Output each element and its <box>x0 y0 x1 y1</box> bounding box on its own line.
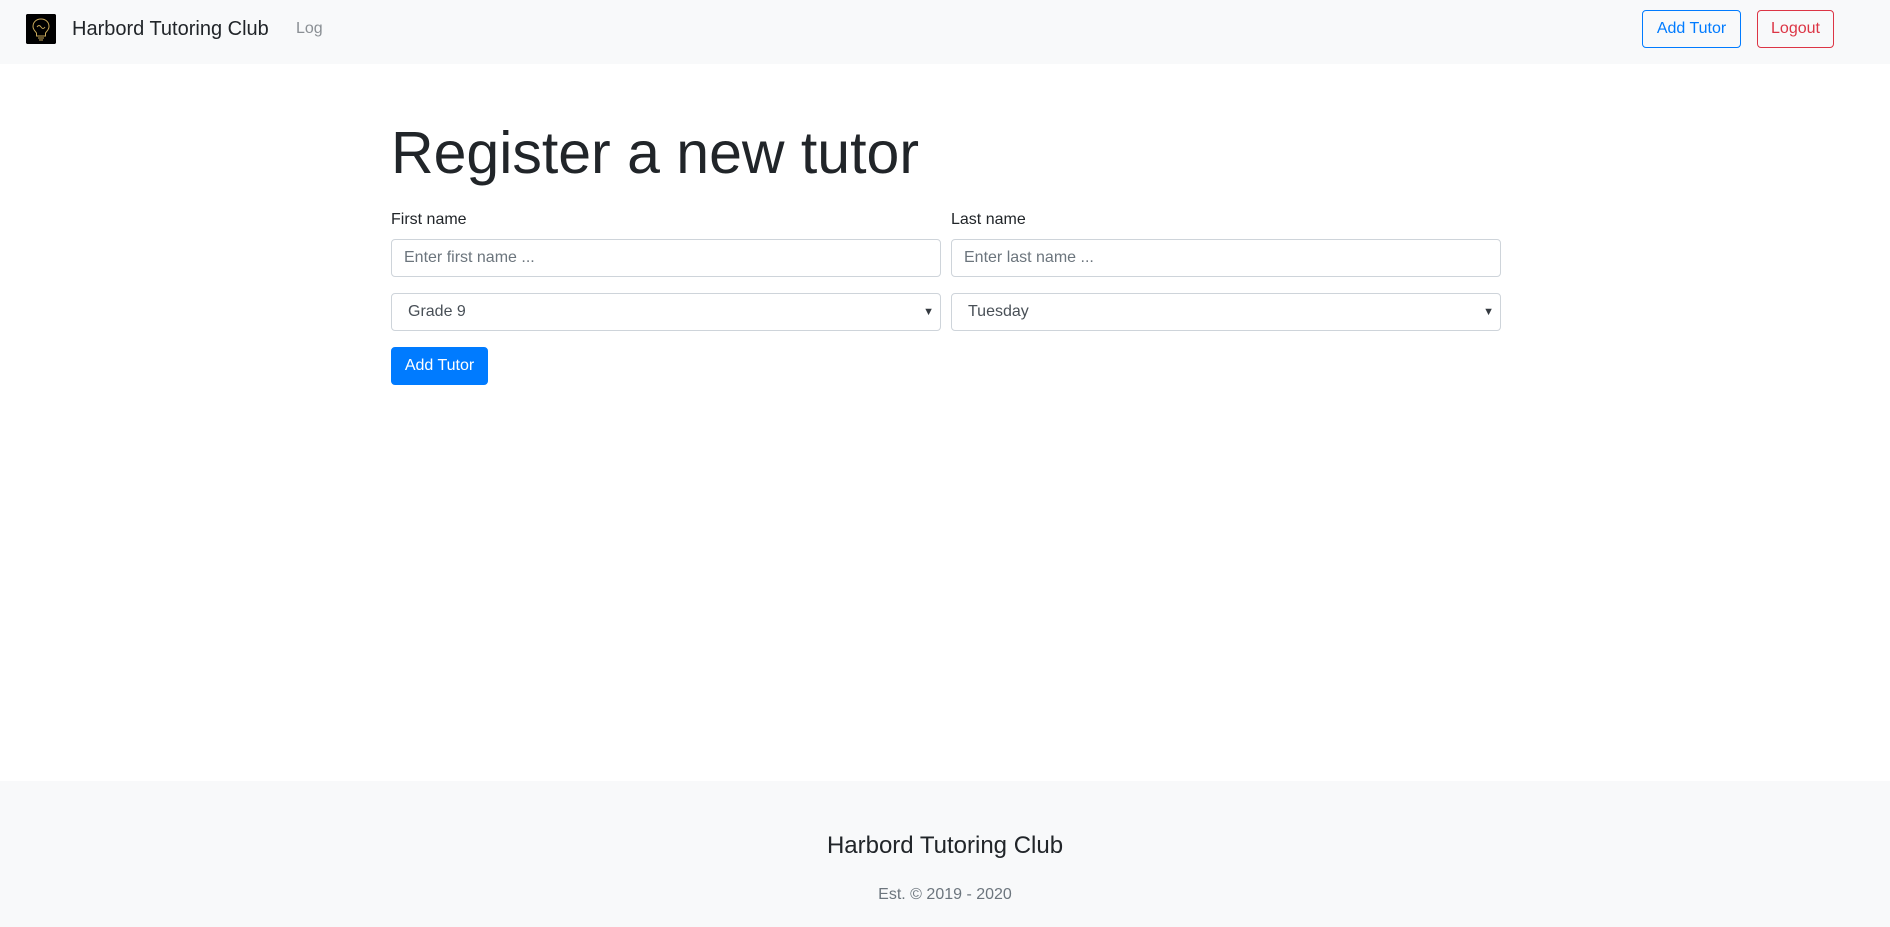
brand-name[interactable]: Harbord Tutoring Club <box>72 17 269 41</box>
day-select-value: Tuesday <box>968 303 1029 320</box>
nav-link-log[interactable]: Log <box>296 19 323 39</box>
first-name-input[interactable] <box>391 239 941 277</box>
logout-button[interactable]: Logout <box>1757 10 1834 48</box>
lightbulb-logo-icon[interactable] <box>26 14 56 44</box>
last-name-label: Last name <box>951 211 1026 228</box>
footer-established: Est. © 2019 - 2020 <box>878 886 1012 903</box>
navbar: Harbord Tutoring Club Log Add Tutor Logo… <box>0 0 1890 64</box>
day-select[interactable]: Tuesday ▼ <box>951 293 1501 331</box>
chevron-down-icon: ▼ <box>923 306 934 318</box>
grade-select[interactable]: Grade 9 ▼ <box>391 293 941 331</box>
page-title: Register a new tutor <box>391 120 919 186</box>
nav-add-tutor-button[interactable]: Add Tutor <box>1642 10 1741 48</box>
last-name-input[interactable] <box>951 239 1501 277</box>
add-tutor-submit-button[interactable]: Add Tutor <box>391 347 488 385</box>
footer-title: Harbord Tutoring Club <box>826 832 1064 859</box>
chevron-down-icon: ▼ <box>1483 306 1494 318</box>
grade-select-value: Grade 9 <box>408 303 466 320</box>
footer: Harbord Tutoring Club Est. © 2019 - 2020 <box>0 781 1890 927</box>
first-name-label: First name <box>391 211 467 228</box>
